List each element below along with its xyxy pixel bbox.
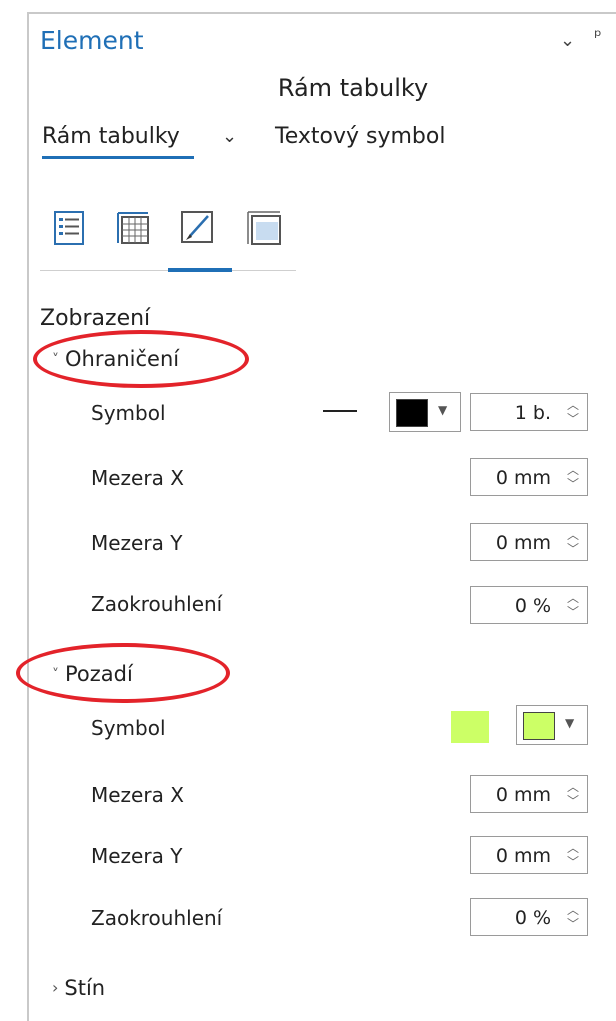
border-gap-x-value: 0 mm [495, 467, 551, 489]
background-symbol-label: Symbol [91, 716, 166, 740]
border-rounding-stepper[interactable]: 0 % ︿ ﹀ [470, 586, 588, 624]
active-tab-indicator [42, 156, 194, 159]
background-gap-x-stepper[interactable]: 0 mm ︿ ﹀ [470, 775, 588, 813]
line-symbol-preview [323, 410, 357, 412]
tab-text-symbol[interactable]: Textový symbol [275, 124, 445, 149]
border-rounding-value: 0 % [514, 595, 551, 617]
border-width-value: 1 b. [514, 402, 551, 424]
active-toolbar-indicator [168, 268, 232, 272]
background-gap-x-label: Mezera X [91, 783, 184, 807]
panel-title: Element [40, 26, 144, 55]
background-color-swatch [523, 712, 555, 740]
group-shadow-label: Stín [64, 976, 106, 1000]
paint-brush-icon[interactable] [178, 206, 218, 250]
border-gap-x-stepper[interactable]: 0 mm ︿ ﹀ [470, 458, 588, 496]
background-gap-x-value: 0 mm [495, 784, 551, 806]
pin-icon[interactable]: ᵖ [594, 26, 602, 47]
stepper-down-icon[interactable]: ﹀ [567, 918, 579, 930]
annotation-circle-background [16, 643, 230, 703]
stepper-up-icon[interactable]: ︿ [567, 781, 579, 793]
chevron-right-icon: › [52, 978, 59, 997]
panel-left-border [27, 12, 29, 1021]
table-icon[interactable] [113, 206, 153, 250]
background-gap-y-stepper[interactable]: 0 mm ︿ ﹀ [470, 836, 588, 874]
stepper-up-icon[interactable]: ︿ [567, 904, 579, 916]
background-rounding-value: 0 % [514, 907, 551, 929]
border-symbol-label: Symbol [91, 401, 166, 425]
tab-dropdown-chevron-icon[interactable]: ⌄ [222, 126, 237, 147]
placement-icon[interactable] [244, 206, 284, 250]
background-color-dropdown[interactable]: ▼ [516, 705, 588, 745]
group-shadow[interactable]: › Stín [52, 976, 105, 1000]
stepper-down-icon[interactable]: ﹀ [567, 606, 579, 618]
stepper-up-icon[interactable]: ︿ [567, 842, 579, 854]
stepper-up-icon[interactable]: ︿ [567, 464, 579, 476]
stepper-down-icon[interactable]: ﹀ [567, 478, 579, 490]
annotation-circle-border [33, 330, 249, 388]
stepper-down-icon[interactable]: ﹀ [567, 795, 579, 807]
background-gap-y-label: Mezera Y [91, 844, 183, 868]
stepper-up-icon[interactable]: ︿ [567, 399, 579, 411]
panel-top-border [27, 12, 616, 14]
dropdown-arrow-icon: ▼ [438, 403, 448, 417]
border-gap-x-label: Mezera X [91, 466, 184, 490]
border-gap-y-stepper[interactable]: 0 mm ︿ ﹀ [470, 523, 588, 561]
element-subtitle: Rám tabulky [277, 74, 429, 102]
tab-table-frame[interactable]: Rám tabulky [42, 124, 180, 149]
panel-options-chevron-icon[interactable]: ⌄ [560, 30, 575, 51]
border-gap-y-value: 0 mm [495, 532, 551, 554]
background-gap-y-value: 0 mm [495, 845, 551, 867]
background-rounding-stepper[interactable]: 0 % ︿ ﹀ [470, 898, 588, 936]
options-icon[interactable] [50, 206, 90, 250]
stepper-up-icon[interactable]: ︿ [567, 592, 579, 604]
stepper-up-icon[interactable]: ︿ [567, 529, 579, 541]
background-symbol-preview [451, 711, 489, 743]
border-color-dropdown[interactable]: ▼ [389, 392, 461, 432]
border-gap-y-label: Mezera Y [91, 531, 183, 555]
border-color-swatch [396, 399, 428, 427]
stepper-down-icon[interactable]: ﹀ [567, 856, 579, 868]
border-width-stepper[interactable]: 1 b. ︿ ﹀ [470, 393, 588, 431]
background-rounding-label: Zaokrouhlení [91, 906, 223, 930]
section-title-display: Zobrazení [40, 306, 151, 331]
dropdown-arrow-icon: ▼ [565, 716, 575, 730]
stepper-down-icon[interactable]: ﹀ [567, 413, 579, 425]
border-rounding-label: Zaokrouhlení [91, 592, 223, 616]
stepper-down-icon[interactable]: ﹀ [567, 543, 579, 555]
